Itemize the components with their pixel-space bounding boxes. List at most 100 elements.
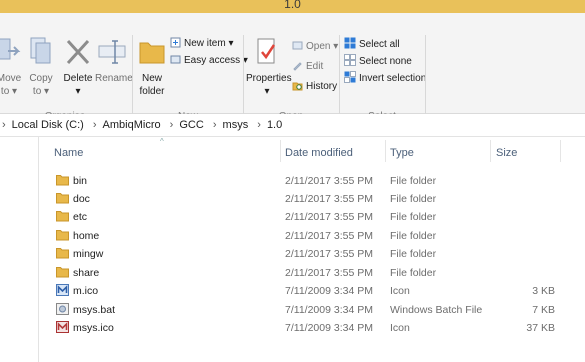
folder-icon xyxy=(56,230,69,241)
select-all-icon xyxy=(344,37,356,49)
chevron-right-icon: › xyxy=(212,119,217,131)
chevron-right-icon: › xyxy=(92,119,97,131)
crumb-gcc[interactable]: GCC xyxy=(179,119,203,131)
list-item[interactable]: etc 2/11/2017 3:55 PM File folder xyxy=(50,208,585,226)
chevron-right-icon: › xyxy=(2,119,6,131)
batch-file-icon xyxy=(56,303,69,315)
crumb-ambiqmicro[interactable]: AmbiqMicro xyxy=(103,119,161,131)
column-divider[interactable] xyxy=(560,140,561,162)
easy-access-button[interactable]: Easy access ▾ xyxy=(170,54,248,66)
file-type: Icon xyxy=(390,322,410,334)
properties-icon xyxy=(257,38,276,64)
list-item[interactable]: home 2/11/2017 3:55 PM File folder xyxy=(50,227,585,245)
list-item[interactable]: msys.bat 7/11/2009 3:34 PM Windows Batch… xyxy=(50,301,585,319)
folder-icon xyxy=(56,248,69,259)
window-title: 1.0 xyxy=(284,0,301,11)
edit-button[interactable]: Edit xyxy=(292,60,323,72)
file-name: home xyxy=(73,230,100,242)
file-date: 7/11/2009 3:34 PM xyxy=(285,304,373,316)
column-divider[interactable] xyxy=(385,140,386,162)
copy-to-button[interactable]: Copy to ▾ xyxy=(26,35,56,98)
copy-to-label-2: to ▾ xyxy=(32,86,50,97)
column-divider[interactable] xyxy=(280,140,281,162)
edit-label: Edit xyxy=(306,61,324,72)
chevron-right-icon: › xyxy=(169,119,174,131)
list-item[interactable]: doc 2/11/2017 3:55 PM File folder xyxy=(50,190,585,208)
file-type: Windows Batch File xyxy=(390,304,483,316)
chevron-right-icon: › xyxy=(257,119,261,131)
select-all-button[interactable]: Select all xyxy=(344,37,400,50)
easy-access-icon xyxy=(170,55,181,64)
list-item[interactable]: mingw 2/11/2017 3:55 PM File folder xyxy=(50,245,585,263)
file-date: 7/11/2009 3:34 PM xyxy=(285,285,373,297)
move-to-label-2: to ▾ xyxy=(0,86,18,97)
crumb-local-disk[interactable]: Local Disk (C:) xyxy=(12,119,84,131)
folder-icon xyxy=(56,267,69,278)
m-ico-icon xyxy=(56,284,69,296)
column-divider[interactable] xyxy=(490,140,491,162)
list-item[interactable]: bin 2/11/2017 3:55 PM File folder xyxy=(50,172,585,190)
select-none-icon xyxy=(344,54,356,66)
new-item-button[interactable]: New item ▾ xyxy=(170,37,233,49)
move-to-label: Move xyxy=(0,73,22,84)
move-to-button[interactable]: Move to ▾ xyxy=(0,35,24,98)
open-button[interactable]: Open ▾ xyxy=(292,40,338,52)
delete-icon xyxy=(66,39,90,65)
list-item[interactable]: msys.ico 7/11/2009 3:34 PM Icon 37 KB xyxy=(50,319,585,337)
new-folder-button[interactable]: New folder xyxy=(137,35,167,98)
sort-arrow-icon: ^ xyxy=(160,137,164,146)
easy-access-label: Easy access ▾ xyxy=(184,55,248,66)
new-item-icon xyxy=(170,37,181,48)
select-all-label: Select all xyxy=(359,39,400,50)
file-name: msys.bat xyxy=(73,304,116,316)
delete-button[interactable]: Delete ▾ xyxy=(62,35,94,98)
file-date: 2/11/2017 3:55 PM xyxy=(285,211,373,223)
crumb-current[interactable]: 1.0 xyxy=(267,119,282,131)
msys-ico-icon xyxy=(56,321,69,333)
file-name: bin xyxy=(73,175,88,187)
invert-selection-button[interactable]: Invert selection xyxy=(344,71,426,84)
open-label: Open ▾ xyxy=(306,41,339,52)
select-none-button[interactable]: Select none xyxy=(344,54,412,67)
file-name: mingw xyxy=(73,248,104,260)
new-folder-label: New xyxy=(141,73,162,84)
file-size: 3 KB xyxy=(532,285,555,297)
edit-icon xyxy=(293,62,302,71)
file-name: doc xyxy=(73,193,90,205)
list-item[interactable]: share 2/11/2017 3:55 PM File folder xyxy=(50,264,585,282)
file-type: File folder xyxy=(390,211,437,223)
folder-icon xyxy=(56,211,69,222)
file-name: etc xyxy=(73,211,88,223)
crumb-msys[interactable]: msys xyxy=(223,119,249,131)
history-button[interactable]: History xyxy=(292,80,337,92)
file-size: 7 KB xyxy=(532,304,555,316)
folder-icon xyxy=(56,193,69,204)
open-icon xyxy=(292,41,303,50)
history-icon xyxy=(292,82,303,91)
copy-to-icon xyxy=(30,37,51,64)
column-header-name[interactable]: Name xyxy=(54,147,83,159)
select-none-label: Select none xyxy=(359,56,412,67)
new-folder-icon xyxy=(139,42,165,64)
rename-button[interactable]: Rename xyxy=(95,35,133,85)
properties-button[interactable]: Properties ▾ xyxy=(246,35,292,98)
copy-to-label: Copy xyxy=(29,73,53,84)
column-header-type[interactable]: Type xyxy=(390,147,414,159)
file-type: File folder xyxy=(390,248,437,260)
rename-label: Rename xyxy=(95,73,133,84)
column-header-size[interactable]: Size xyxy=(496,147,517,159)
ribbon: Move to ▾ Copy to ▾ Delete ▾ Rename New … xyxy=(0,13,585,127)
delete-arrow: ▾ xyxy=(75,86,81,97)
file-date: 2/11/2017 3:55 PM xyxy=(285,248,373,260)
file-type: File folder xyxy=(390,267,437,279)
file-type: Icon xyxy=(390,285,410,297)
properties-label: Properties xyxy=(246,73,292,84)
delete-label: Delete xyxy=(63,73,93,84)
file-type: File folder xyxy=(390,193,437,205)
column-header-date-modified[interactable]: Date modified xyxy=(285,147,353,159)
list-item[interactable]: m.ico 7/11/2009 3:34 PM Icon 3 KB xyxy=(50,282,585,300)
breadcrumb: › Local Disk (C:) › AmbiqMicro › GCC › msys … xyxy=(2,119,288,131)
address-bar[interactable]: › Local Disk (C:) › AmbiqMicro › GCC › msys … xyxy=(0,114,585,137)
new-folder-label-2: folder xyxy=(139,86,165,97)
file-name: share xyxy=(73,267,100,279)
